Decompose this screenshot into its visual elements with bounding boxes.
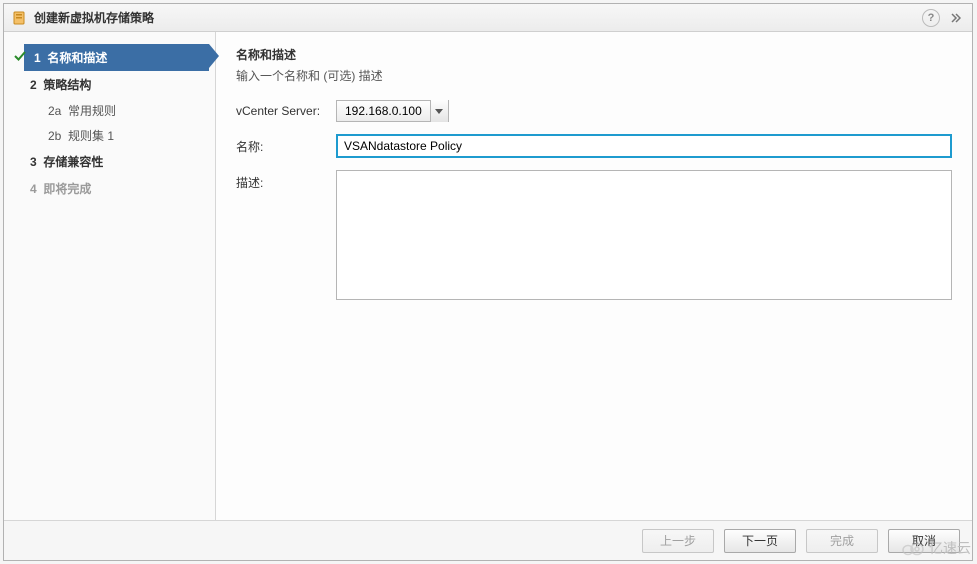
step-name-desc[interactable]: 1 名称和描述 (24, 44, 209, 71)
name-input[interactable] (336, 134, 952, 158)
step-num: 2 (30, 78, 37, 92)
step-num: 3 (30, 155, 37, 169)
policy-icon (12, 10, 28, 26)
back-label: 上一步 (660, 532, 696, 549)
step-label: 名称和描述 (47, 51, 107, 65)
step-structure[interactable]: 2 策略结构 (4, 71, 215, 98)
cancel-button[interactable]: 取消 (888, 529, 960, 553)
expand-icon[interactable] (946, 9, 964, 27)
chevron-down-icon[interactable] (430, 100, 448, 122)
substep-common-rules[interactable]: 2a 常用规则 (4, 98, 215, 123)
wizard-sidebar: 1 名称和描述 2 策略结构 2a 常用规则 2b 规则集 1 3 存储兼容性 … (4, 32, 216, 520)
step-num: 4 (30, 182, 37, 196)
finish-label: 完成 (830, 532, 854, 549)
row-name: 名称: (236, 134, 952, 158)
titlebar: 创建新虚拟机存储策略 ? (4, 4, 972, 32)
desc-label: 描述: (236, 170, 336, 191)
vcenter-dropdown[interactable]: 192.168.0.100 (336, 100, 449, 122)
dialog-window: 创建新虚拟机存储策略 ? 1 名称和描述 2 策略结构 2a 常用规则 (3, 3, 973, 561)
row-desc: 描述: (236, 170, 952, 300)
step-num: 2b (48, 129, 61, 143)
substep-ruleset-1[interactable]: 2b 规则集 1 (4, 123, 215, 148)
desc-textarea[interactable] (336, 170, 952, 300)
back-button: 上一步 (642, 529, 714, 553)
dialog-title: 创建新虚拟机存储策略 (34, 9, 154, 26)
dialog-footer: 上一步 下一页 完成 取消 (4, 520, 972, 560)
step-label: 策略结构 (43, 78, 91, 92)
finish-button: 完成 (806, 529, 878, 553)
cancel-label: 取消 (912, 532, 936, 549)
next-label: 下一页 (742, 532, 778, 549)
panel-subtitle: 输入一个名称和 (可选) 描述 (236, 67, 952, 84)
step-label: 即将完成 (43, 182, 91, 196)
panel-title: 名称和描述 (236, 46, 952, 63)
step-label: 常用规则 (68, 104, 116, 118)
row-vcenter: vCenter Server: 192.168.0.100 (236, 100, 952, 122)
check-icon (30, 49, 42, 61)
vcenter-value: 192.168.0.100 (337, 104, 430, 118)
next-button[interactable]: 下一页 (724, 529, 796, 553)
dialog-body: 1 名称和描述 2 策略结构 2a 常用规则 2b 规则集 1 3 存储兼容性 … (4, 32, 972, 520)
step-label: 规则集 1 (68, 129, 114, 143)
main-panel: 名称和描述 输入一个名称和 (可选) 描述 vCenter Server: 19… (216, 32, 972, 520)
help-icon[interactable]: ? (922, 9, 940, 27)
step-num: 2a (48, 104, 61, 118)
name-label: 名称: (236, 134, 336, 155)
vcenter-label: vCenter Server: (236, 100, 336, 118)
step-compatibility[interactable]: 3 存储兼容性 (4, 148, 215, 175)
step-finish[interactable]: 4 即将完成 (4, 175, 215, 202)
step-label: 存储兼容性 (43, 155, 103, 169)
